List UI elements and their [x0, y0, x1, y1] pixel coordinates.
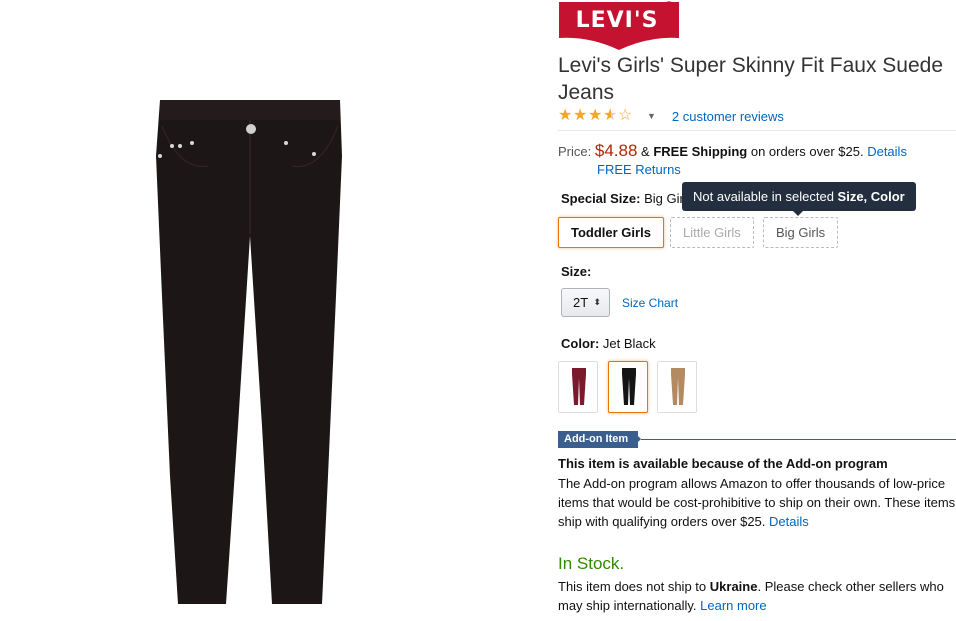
special-size-title: Special Size: — [561, 191, 641, 206]
special-size-label: Special Size: Big Girls — [561, 191, 693, 206]
updown-caret-icon: ⬍ — [593, 297, 601, 307]
color-swatch-tan[interactable] — [657, 361, 697, 413]
addon-description: The Add-on program allows Amazon to offe… — [558, 474, 956, 531]
divider — [558, 130, 956, 131]
stock-status: In Stock. — [558, 554, 625, 573]
tooltip-bold: Size, Color — [837, 189, 905, 204]
star-rating[interactable]: ★ ★ ★ ★ ☆ — [558, 108, 633, 124]
tooltip-arrow — [792, 210, 804, 216]
unavailable-tooltip: Not available in selected Size, Color — [682, 182, 916, 211]
addon-divider — [641, 439, 956, 440]
size-chart-link[interactable]: Size Chart — [622, 296, 678, 310]
ship-prefix: This item does not ship to — [558, 579, 707, 594]
free-returns-link[interactable]: FREE Returns — [597, 162, 681, 177]
color-title: Color: — [561, 336, 600, 351]
price-value: $4.88 — [594, 141, 638, 160]
ampersand-text: & — [641, 144, 650, 159]
color-label: Color: Jet Black — [561, 336, 656, 351]
size-dropdown[interactable]: 2T ⬍ — [561, 288, 610, 317]
shipping-details-link[interactable]: Details — [867, 144, 907, 159]
burgundy-jeans-icon — [572, 368, 586, 405]
black-jeans-icon — [622, 368, 636, 405]
customer-reviews-link[interactable]: 2 customer reviews — [672, 109, 784, 124]
size-selected-value: 2T — [573, 295, 589, 310]
empty-star-icon: ☆ — [618, 107, 633, 124]
chevron-down-icon[interactable]: ▼ — [647, 111, 656, 121]
addon-text: The Add-on program allows Amazon to offe… — [558, 476, 956, 529]
special-size-option-toddler-girls[interactable]: Toddler Girls — [558, 217, 664, 248]
addon-badge-tip — [633, 431, 641, 447]
price-label: Price: — [558, 144, 592, 159]
star-icon: ★ — [573, 107, 588, 124]
ship-country: Ukraine — [709, 579, 758, 594]
svg-text:R: R — [666, 4, 672, 13]
free-shipping-text: FREE Shipping — [653, 144, 748, 159]
addon-details-link[interactable]: Details — [769, 514, 809, 529]
addon-item-badge: Add-on Item — [558, 431, 639, 448]
tan-jeans-icon — [671, 368, 685, 405]
brand-logo[interactable]: LEVI'S R — [559, 0, 679, 52]
star-icon: ★ — [588, 107, 603, 124]
product-title: Levi's Girls' Super Skinny Fit Faux Sued… — [558, 54, 944, 104]
learn-more-link[interactable]: Learn more — [700, 598, 766, 613]
rating-row: ★ ★ ★ ★ ☆ ▼ 2 customer reviews — [558, 106, 784, 126]
color-swatch-jet-black[interactable] — [608, 361, 648, 413]
shipping-notice: This item does not ship to Ukraine. Plea… — [558, 577, 956, 615]
color-selected: Jet Black — [602, 336, 656, 351]
color-swatch-burgundy[interactable] — [558, 361, 598, 413]
shipping-suffix-text: on orders over $25. — [750, 144, 864, 159]
black-skinny-jeans-image — [156, 100, 342, 604]
tooltip-prefix: Not available in selected — [693, 189, 834, 204]
special-size-option-little-girls[interactable]: Little Girls — [670, 217, 754, 248]
half-star-icon: ★ — [603, 107, 618, 124]
price-row: Price: $4.88 & FREE Shipping on orders o… — [558, 141, 956, 161]
product-image[interactable] — [150, 96, 350, 616]
addon-heading: This item is available because of the Ad… — [558, 456, 888, 471]
svg-text:LEVI'S: LEVI'S — [576, 8, 659, 33]
special-size-option-big-girls[interactable]: Big Girls — [763, 217, 839, 248]
levis-batwing-logo: LEVI'S R — [559, 1, 679, 50]
star-icon: ★ — [558, 107, 573, 124]
size-label: Size: — [561, 264, 592, 279]
